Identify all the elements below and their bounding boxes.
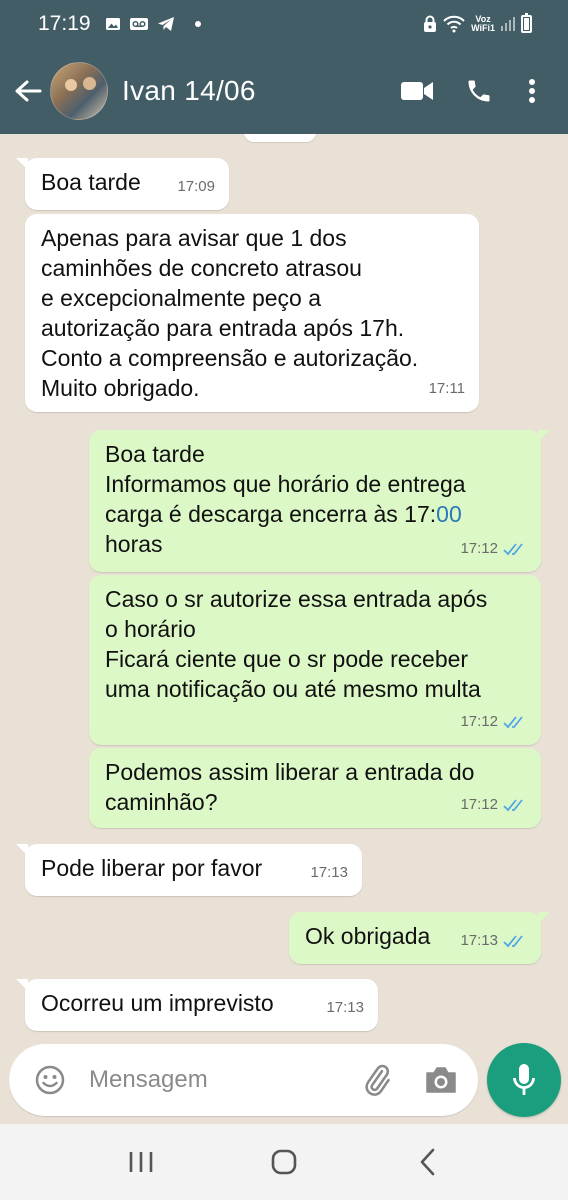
- double-check-icon: [503, 935, 523, 948]
- volte-indicator: Voz WiFi1: [471, 15, 495, 33]
- paperclip-icon: [365, 1064, 390, 1096]
- back-button[interactable]: [6, 69, 50, 113]
- message-incoming[interactable]: Pode liberar por favor 17:13: [16, 844, 362, 896]
- message-text-part: Boa tarde Informamos que horário de entr…: [105, 441, 466, 527]
- message-outgoing[interactable]: Boa tarde Informamos que horário de entr…: [89, 430, 550, 572]
- double-check-icon: [503, 716, 523, 729]
- voice-call-button[interactable]: [448, 61, 510, 121]
- message-input[interactable]: [89, 1066, 349, 1094]
- message-time: 17:12: [460, 796, 498, 813]
- message-time: 17:12: [460, 713, 498, 730]
- video-call-button[interactable]: [386, 61, 448, 121]
- wifi-calling-label: WiFi1: [471, 23, 495, 33]
- phone-icon: [468, 80, 490, 102]
- message-incoming[interactable]: Ocorreu um imprevisto 17:13: [16, 979, 378, 1031]
- message-text: Pode liberar por favor: [41, 855, 263, 881]
- message-time: 17:13: [326, 999, 364, 1016]
- emoji-button[interactable]: [27, 1057, 73, 1103]
- message-list[interactable]: Boa tarde 17:09 Apenas para avisar que 1…: [0, 134, 568, 1040]
- previous-message-edge: [244, 134, 316, 142]
- microphone-icon: [513, 1064, 535, 1095]
- system-status-icons: Voz WiFi1: [423, 13, 532, 33]
- message-outgoing[interactable]: Caso o sr autorize essa entrada após o h…: [89, 575, 541, 745]
- message-incoming[interactable]: Boa tarde 17:09: [16, 158, 229, 210]
- message-outgoing[interactable]: Ok obrigada 17:13: [289, 912, 550, 964]
- message-time: 17:11: [428, 380, 465, 397]
- message-link-text[interactable]: 00: [436, 501, 462, 527]
- message-time: 17:12: [460, 540, 498, 557]
- back-nav-button[interactable]: [397, 1132, 457, 1192]
- home-icon: [271, 1149, 297, 1175]
- video-camera-icon: [401, 82, 433, 100]
- lock-icon: [424, 15, 437, 32]
- camera-button[interactable]: [418, 1057, 464, 1103]
- system-navigation-bar: [0, 1124, 568, 1200]
- contact-avatar[interactable]: [50, 62, 108, 120]
- notification-icons: [105, 16, 201, 32]
- status-bar: 17:19 Voz WiFi1: [0, 0, 568, 48]
- notification-dot-icon: [194, 21, 201, 27]
- chevron-left-icon: [420, 1148, 434, 1176]
- message-text-part: horas: [105, 531, 163, 557]
- telegram-icon: [157, 17, 174, 31]
- message-text: Ocorreu um imprevisto: [41, 990, 274, 1016]
- more-vertical-icon: [529, 79, 535, 103]
- double-check-icon: [503, 799, 523, 812]
- attach-button[interactable]: [354, 1057, 400, 1103]
- chat-header: Ivan 14/06: [0, 48, 568, 134]
- gallery-icon: [105, 18, 120, 30]
- recent-apps-button[interactable]: [111, 1132, 171, 1192]
- voicemail-icon: [129, 18, 148, 30]
- message-composer: [9, 1044, 478, 1116]
- voice-message-button[interactable]: [487, 1043, 561, 1117]
- more-options-button[interactable]: [510, 61, 554, 121]
- message-time: 17:09: [177, 178, 215, 195]
- battery-icon: [521, 13, 532, 33]
- home-button[interactable]: [254, 1132, 314, 1192]
- camera-icon: [426, 1067, 456, 1093]
- wifi-icon: [443, 15, 465, 33]
- contact-name[interactable]: Ivan 14/06: [122, 75, 256, 107]
- message-time: 17:13: [460, 932, 498, 949]
- message-outgoing[interactable]: Podemos assim liberar a entrada do camin…: [89, 748, 541, 828]
- recent-apps-icon: [130, 1152, 153, 1172]
- message-text: Caso o sr autorize essa entrada após o h…: [105, 586, 488, 702]
- status-time: 17:19: [38, 12, 91, 35]
- double-check-icon: [503, 543, 523, 556]
- message-time: 17:13: [310, 864, 348, 881]
- emoji-icon: [35, 1065, 65, 1095]
- signal-strength-icon: [501, 17, 515, 31]
- message-text: Apenas para avisar que 1 dos caminhões d…: [41, 225, 419, 401]
- arrow-left-icon: [15, 80, 42, 102]
- message-incoming[interactable]: Apenas para avisar que 1 dos caminhões d…: [25, 214, 479, 412]
